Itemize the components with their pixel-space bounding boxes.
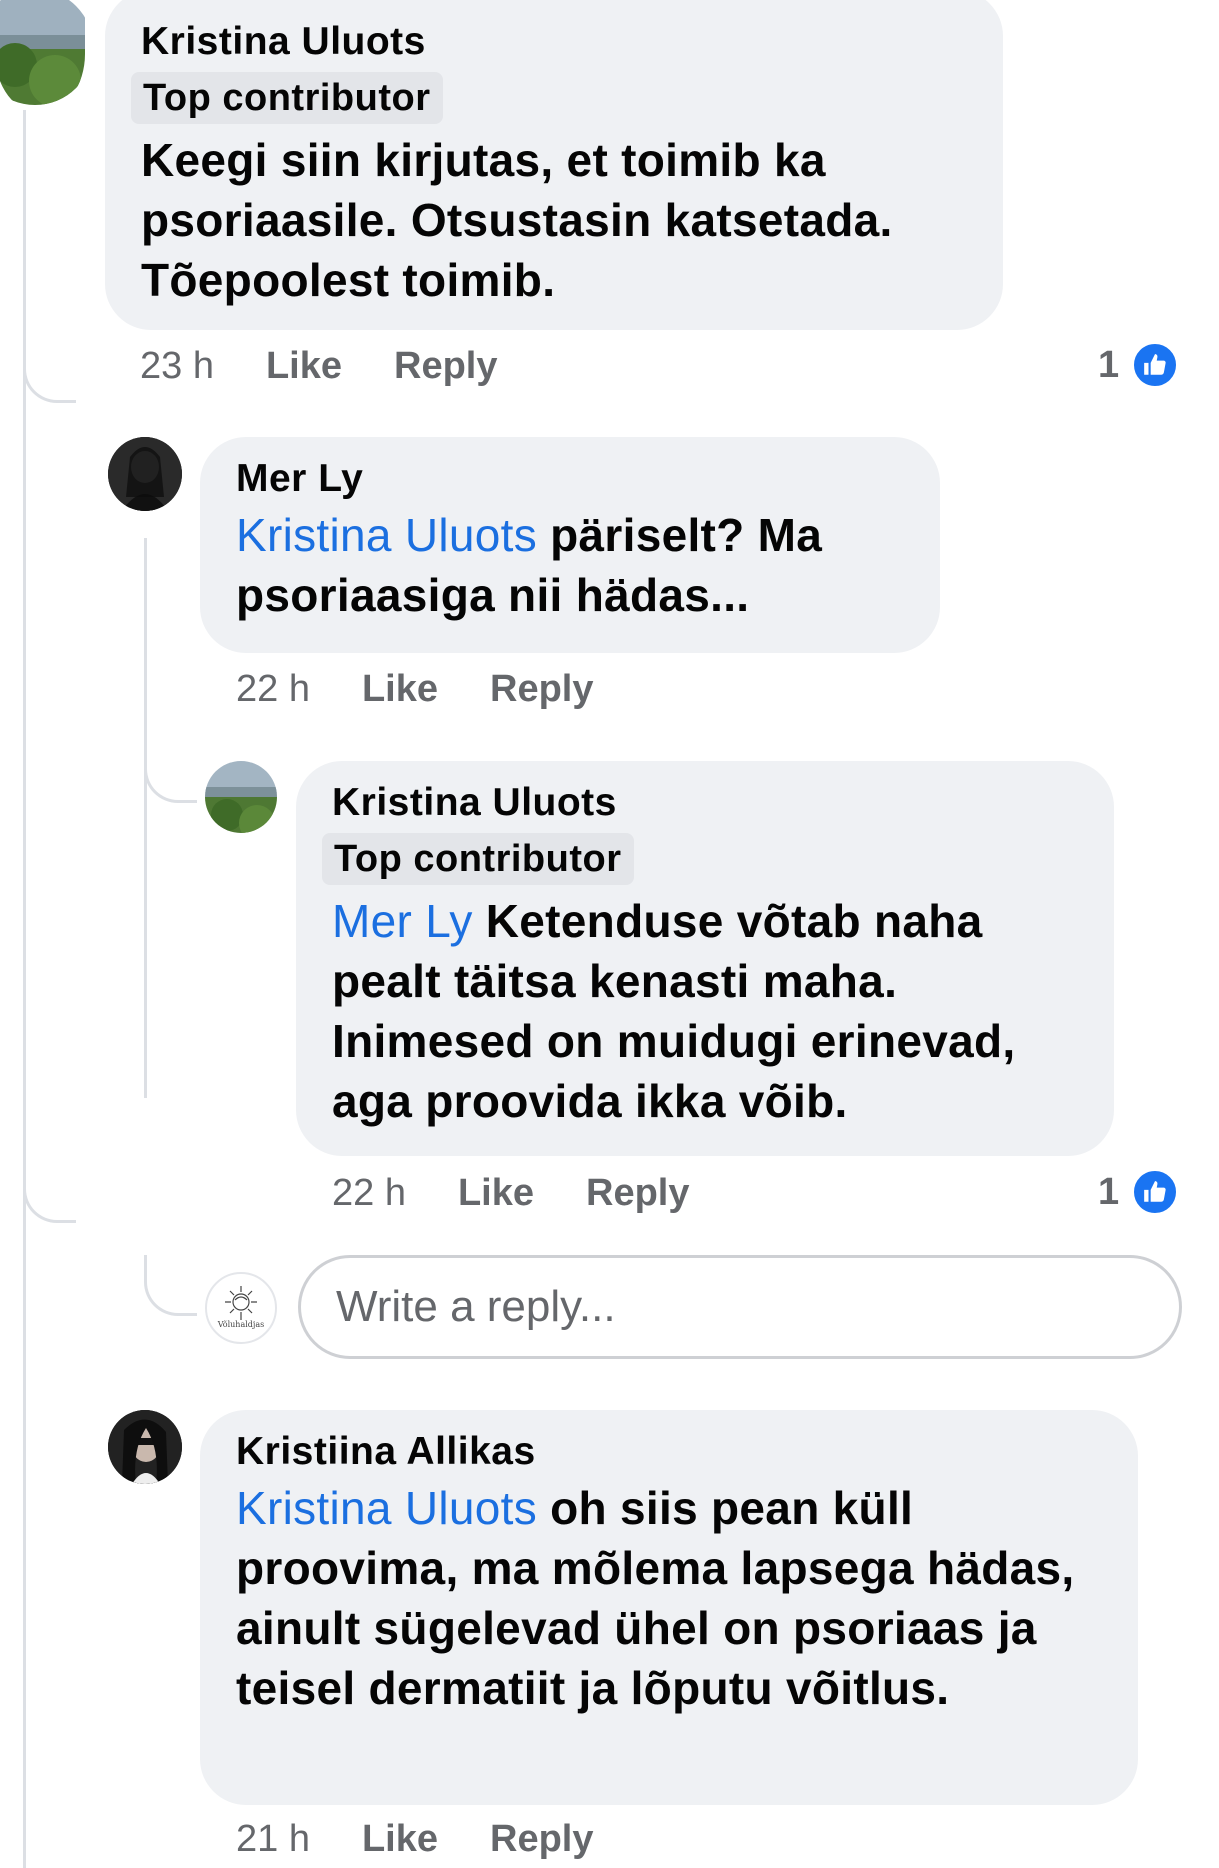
reply-button[interactable]: Reply — [586, 1172, 689, 1215]
like-button[interactable]: Like — [266, 345, 342, 388]
reply-button[interactable]: Reply — [490, 1818, 593, 1861]
like-reaction-icon — [1131, 1168, 1180, 1216]
reply-button[interactable]: Reply — [394, 345, 497, 388]
comment-actions: 21 h Like Reply — [236, 1818, 646, 1861]
reaction-summary[interactable]: 1 — [1098, 341, 1180, 389]
mention-link[interactable]: Mer Ly — [332, 895, 473, 947]
comment-time[interactable]: 22 h — [236, 668, 310, 711]
thread-connector — [23, 1160, 76, 1223]
like-button[interactable]: Like — [458, 1172, 534, 1215]
comment-author[interactable]: Kristina Uluots — [332, 777, 1084, 829]
current-user-avatar: Võluhaldjas — [205, 1272, 277, 1344]
like-reaction-icon — [1131, 341, 1180, 389]
thread-connector — [144, 1255, 197, 1316]
comment-actions: 22 h Like Reply — [332, 1172, 742, 1215]
top-contributor-badge: Top contributor — [131, 72, 443, 124]
comment-bubble: Kristina Uluots Top contributor Mer Ly K… — [296, 761, 1114, 1156]
thread-connector — [144, 740, 197, 803]
comment-actions: 22 h Like Reply — [236, 668, 646, 711]
comment-author[interactable]: Mer Ly — [236, 453, 910, 505]
avatar[interactable] — [205, 761, 277, 833]
comment-actions: 23 h Like Reply — [140, 345, 550, 388]
mention-link[interactable]: Kristina Uluots — [236, 509, 537, 561]
reaction-count: 1 — [1098, 343, 1120, 386]
reply-input[interactable]: Write a reply... — [298, 1255, 1182, 1359]
comment-author[interactable]: Kristina Uluots — [141, 16, 973, 68]
top-contributor-badge: Top contributor — [322, 833, 634, 885]
comment-author[interactable]: Kristiina Allikas — [236, 1426, 1108, 1478]
reaction-summary[interactable]: 1 — [1098, 1168, 1180, 1216]
avatar[interactable] — [0, 0, 85, 113]
comment-text: Kristina Uluots oh siis pean küll proovi… — [236, 1478, 1108, 1718]
comment-time[interactable]: 23 h — [140, 345, 214, 388]
avatar-logo-text: Võluhaldjas — [217, 1320, 265, 1329]
comment-text: Kristina Uluots päriselt? Ma psoriaasiga… — [236, 505, 910, 625]
comment-time[interactable]: 21 h — [236, 1818, 310, 1861]
thread-connector — [23, 340, 76, 403]
comment-time[interactable]: 22 h — [332, 1172, 406, 1215]
like-button[interactable]: Like — [362, 668, 438, 711]
reaction-count: 1 — [1098, 1170, 1120, 1213]
avatar[interactable] — [108, 437, 182, 511]
comment-text: Mer Ly Ketenduse võtab naha pealt täitsa… — [332, 891, 1084, 1131]
reply-button[interactable]: Reply — [490, 668, 593, 711]
like-button[interactable]: Like — [362, 1818, 438, 1861]
thread-line-nested — [144, 538, 147, 1098]
avatar[interactable] — [108, 1410, 182, 1484]
comment-text: Keegi siin kirjutas, et toimib ka psoria… — [141, 134, 893, 306]
comment-bubble: Mer Ly Kristina Uluots päriselt? Ma psor… — [200, 437, 940, 653]
comment-bubble: Kristiina Allikas Kristina Uluots oh sii… — [200, 1410, 1138, 1805]
mention-link[interactable]: Kristina Uluots — [236, 1482, 537, 1534]
comment-bubble: Kristina Uluots Top contributor Keegi si… — [105, 0, 1003, 330]
